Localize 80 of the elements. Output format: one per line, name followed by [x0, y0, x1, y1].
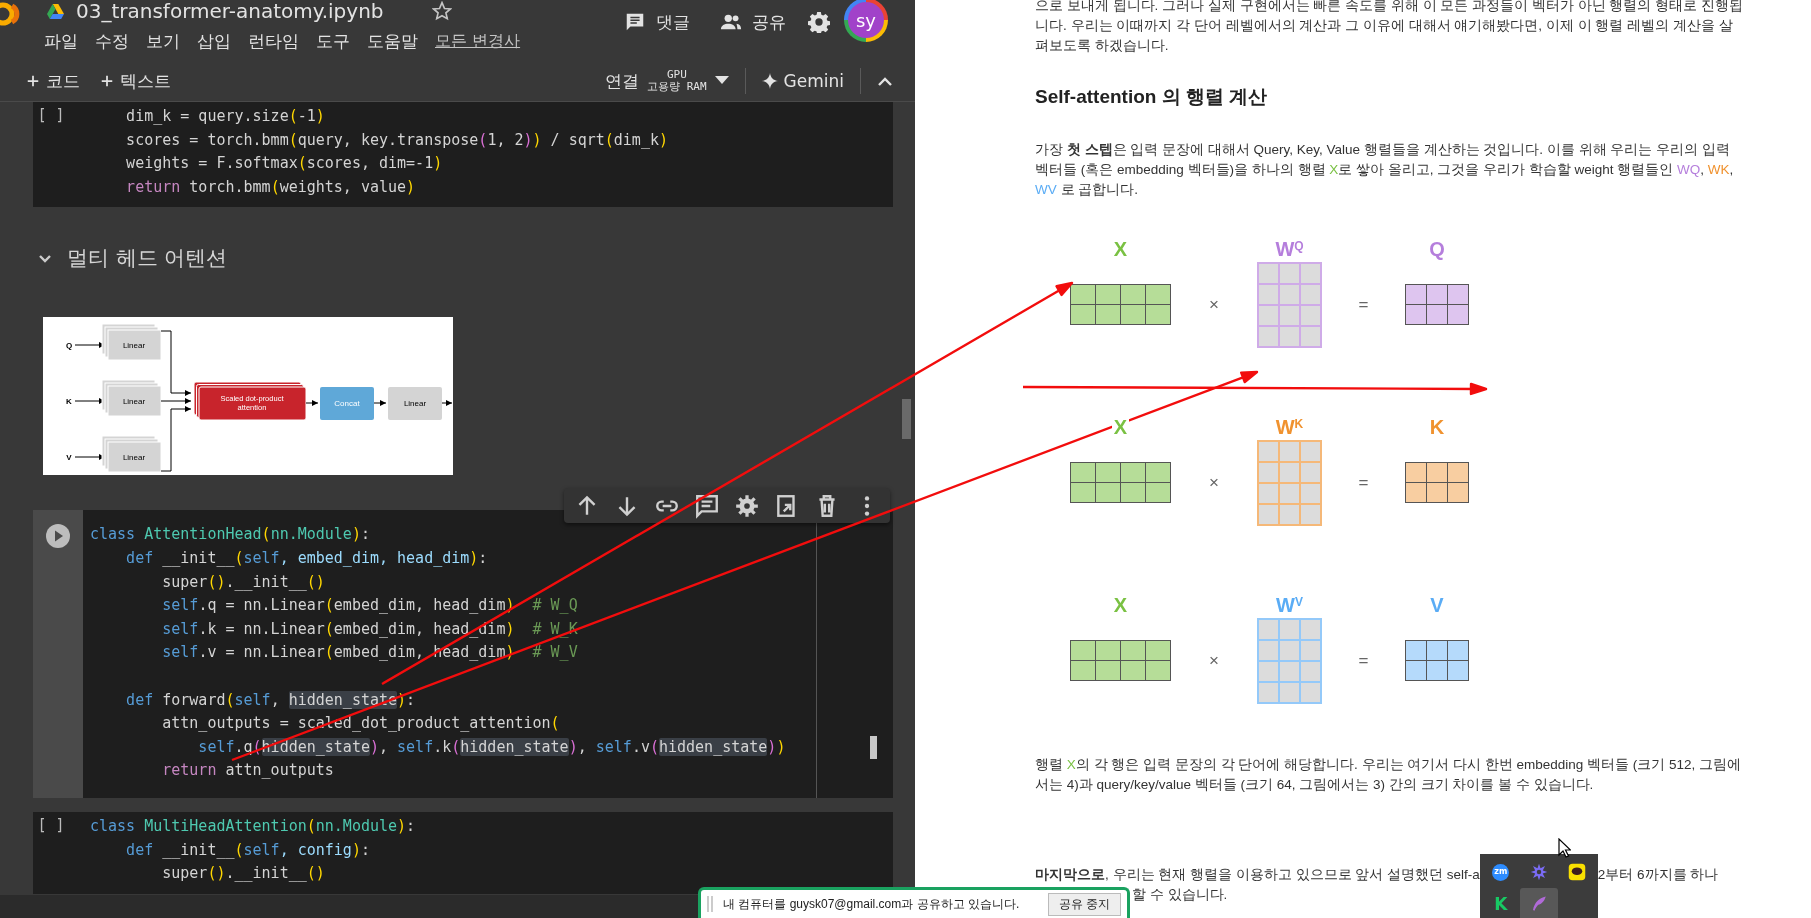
plus-icon [100, 74, 114, 88]
caret-up-icon [877, 75, 893, 87]
drive-icon[interactable] [47, 3, 64, 19]
code-editor[interactable]: dim_k = query.size(-1) scores = torch.bmm(query, key.transpose(1, 2)) / sqrt(dim_k) weights = F.softmax(scores, dim=-1) return torch.bmm(weights, value) [83, 102, 893, 208]
code-line: weights = F.softmax(scores, dim=-1) [125, 153, 444, 175]
code-line: return attn_outputs [161, 760, 335, 782]
code-line: class AttentionHead(nn.Module): [90, 524, 371, 546]
menu-item[interactable]: 도구 [316, 29, 350, 53]
grip-icon[interactable] [707, 896, 713, 912]
paragraph: 으로 보내게 됩니다. 그러나 실제 구현에서는 빠른 속도를 위해 이 모든 과정들이 벡터가 아닌 행렬의 형태로 진행됩니다. 우리는 이때까지 각 단어 레벨에서의 계산과 그 이유에 대해서 얘기해봤다면, 이제 이 행렬 레벨의 계산을 살펴보도록 하겠습니다. [1035, 0, 1744, 55]
menu-item[interactable]: 삽입 [197, 29, 231, 53]
matrix-drawing [1405, 284, 1469, 325]
menu-item[interactable]: 보기 [146, 29, 180, 53]
operator-symbol: × [1209, 294, 1219, 315]
code-line: def __init__(self, config): [125, 839, 371, 861]
add-text-button[interactable]: 텍스트 [94, 65, 177, 97]
menu-item[interactable]: 수정 [95, 29, 129, 53]
concat-block: Concat [320, 387, 374, 421]
notebook-title[interactable]: 03_transformer-anatomy.ipynb [76, 0, 384, 22]
gpu-label: GPU [666, 69, 687, 81]
code-line: def __init__(self, embed_dim, head_dim): [125, 547, 489, 569]
code-editor[interactable]: class MultiHeadAttention(nn.Module): def __init__(self, config): super().__init__() [83, 811, 893, 894]
run-status[interactable]: [ ] [37, 811, 65, 894]
operator-symbol: = [1358, 294, 1369, 315]
input-label: K [66, 397, 72, 407]
paragraph: 행렬 X의 각 행은 입력 문장의 각 단어에 해당합니다. 우리는 여기서 다시 한번 embedding 벡터들 (크기 512, 그림에서는 4)과 query/key/value 벡터들 (크기 64, 그림에서는 3) 간의 크기 차이를 볼 수 있습니다. [1035, 756, 1743, 794]
mouse-cursor-icon [1558, 838, 1571, 858]
add-code-button[interactable]: 코드 [20, 65, 86, 97]
arrow [441, 400, 453, 407]
comment-button[interactable]: 댓글 [616, 10, 698, 34]
plus-icon [26, 74, 40, 88]
stop-sharing-button[interactable]: 공유 중지 [1047, 892, 1121, 916]
scrollbar-thumb[interactable] [870, 736, 877, 760]
code-line: dim_k = query.size(-1) [125, 106, 326, 127]
arrow [373, 400, 387, 407]
matrix-drawing [1405, 640, 1469, 681]
ram-label: 고용량 RAM [647, 81, 707, 93]
paragraph-text: 마지막으로, 우리는 현재 행렬을 이용하고 있으므로 앞서 설명했던 self-a [1035, 866, 1480, 884]
save-status-link[interactable]: 모든 변경사 [435, 30, 521, 52]
input-label: Q [65, 341, 73, 351]
code-line: super().__init__() [161, 571, 326, 593]
paragraph-text: 2부터 6까지를 하나 [1597, 866, 1719, 884]
avatar[interactable]: sy [844, 0, 888, 42]
code-line: super().__init__() [161, 863, 326, 885]
tray-item-highlight[interactable] [1519, 888, 1558, 918]
share-button[interactable]: 공유 [712, 10, 794, 34]
section-heading: Self-attention 의 행렬 계산 [1035, 85, 1269, 109]
gemini-button[interactable]: Gemini [755, 67, 850, 95]
sparkle-icon [761, 73, 778, 89]
paragraph-text: 할 수 있습니다. [1132, 887, 1228, 902]
run-icon[interactable] [46, 524, 70, 549]
operator-symbol: × [1209, 650, 1219, 671]
section-heading: 멀티 헤드 어텐션 [67, 245, 228, 273]
code-line: return torch.bmm(weights, value) [125, 176, 417, 198]
menu-item[interactable]: 파일 [44, 29, 78, 53]
code-line: class MultiHeadAttention(nn.Module): [90, 815, 417, 837]
linear-block: Linear [101, 323, 162, 361]
operator-symbol: = [1358, 472, 1369, 493]
operator-symbol: = [1358, 650, 1369, 671]
linear-block: Linear [101, 379, 162, 417]
settings-icon[interactable] [808, 11, 830, 33]
linear-block: Linear [101, 435, 162, 473]
burst-icon[interactable] [1529, 863, 1548, 881]
caret-down-icon[interactable] [714, 76, 729, 86]
input-label: V [66, 453, 72, 463]
share-message: 내 컴퓨터를 guysk07@gmail.com과 공유하고 있습니다. [723, 895, 1020, 913]
star-icon[interactable] [431, 1, 452, 21]
letter-app-icon[interactable]: K [1494, 894, 1508, 914]
matrix-drawing [1405, 462, 1469, 503]
operator-symbol: × [1209, 472, 1219, 493]
arrow [305, 400, 319, 407]
code-line: scores = torch.bmm(query, key.transpose(1, 2)) / sqrt(dim_k) [125, 129, 669, 151]
menu-item[interactable]: 런타임 [248, 29, 299, 53]
menu-item[interactable]: 도움말 [367, 29, 418, 53]
connect-label: 연결 [605, 69, 640, 93]
run-status[interactable]: [ ] [37, 102, 65, 208]
chat-icon[interactable] [1567, 863, 1586, 881]
scrollbar-thumb[interactable] [902, 399, 911, 439]
linear-block: Linear [388, 387, 442, 421]
paragraph: 가장 첫 스텝은 입력 문장에 대해서 Query, Key, Value 행렬들을 계산하는 것입니다. 이를 위해 우리는 우리의 입력 벡터들 (혹은 embedding 벡터들)을 하나의 행렬 X로 쌓아 올리고, 그것을 우리가 학습할 weight 행렬들인 WQ, WK, WV 로 곱합니다. [1035, 141, 1735, 199]
